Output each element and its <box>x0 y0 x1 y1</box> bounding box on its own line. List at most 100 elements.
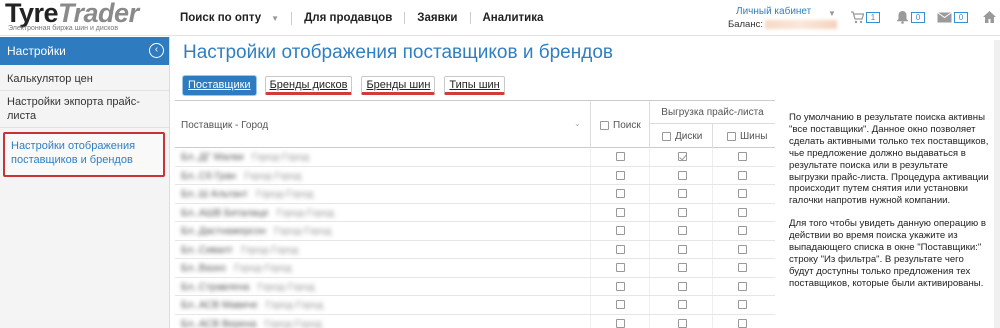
scrollbar[interactable] <box>994 40 1000 328</box>
logo[interactable]: TyreTrader Электронная биржа шин и диско… <box>5 0 165 33</box>
tab-tire-types[interactable]: Типы шин <box>444 76 505 95</box>
table-row: Бл..АСВ Верена Город-Город <box>175 315 775 328</box>
supplier-name: Бл..АСВ Верена <box>181 318 257 328</box>
discs-export-checkbox[interactable] <box>678 300 687 309</box>
supplier-city: Город-Город <box>255 189 314 200</box>
select-all-discs-checkbox[interactable] <box>662 132 671 141</box>
supplier-name: Бл..Сб Гран <box>181 170 237 182</box>
sidebar: Настройки ‹ Калькулятор цен Настройки эк… <box>0 37 170 328</box>
search-checkbox[interactable] <box>616 300 625 309</box>
select-all-search-checkbox[interactable] <box>600 121 609 130</box>
logo-tagline: Электронная биржа шин и дисков <box>8 25 119 32</box>
supplier-name-redacted: Бл..АСВ Мавиче Город-Город <box>181 300 323 311</box>
supplier-name-redacted: Бл..Сб Гран Город-Город <box>181 171 302 182</box>
notifications-count-badge: 0 <box>911 11 925 23</box>
discs-export-checkbox[interactable] <box>678 170 687 180</box>
search-checkbox[interactable] <box>616 281 625 291</box>
supplier-name: Бл..Сивалт <box>181 244 233 256</box>
sidebar-item-pricelist-export[interactable]: Настройки экпорта прайс-листа <box>0 91 169 128</box>
supplier-name-redacted: Бл..Стравлена Город-Город <box>181 282 315 293</box>
search-checkbox[interactable] <box>616 244 625 254</box>
home-button[interactable] <box>982 9 997 25</box>
nav-item-label: Поиск по опту <box>180 11 262 24</box>
supplier-name: Бл..Ш Альтант <box>181 189 248 200</box>
nav-item-requests[interactable]: Заявки <box>405 12 471 24</box>
table-row: Бл..АСВ Мавиче Город-Город <box>175 296 775 315</box>
divider <box>590 101 591 149</box>
divider <box>712 123 713 149</box>
discs-export-checkbox[interactable] <box>678 281 687 291</box>
sidebar-item-price-calculator[interactable]: Калькулятор цен <box>0 65 169 91</box>
table-row: Бл..Сивалт Город-Город <box>175 241 775 259</box>
account-link[interactable]: Личный кабинет <box>728 6 838 17</box>
discs-export-checkbox[interactable] <box>678 318 687 328</box>
tab-tire-brands[interactable]: Бренды шин <box>361 76 436 95</box>
chevron-down-icon[interactable]: ▼ <box>271 14 279 23</box>
tab-suppliers[interactable]: Поставщики <box>183 76 256 95</box>
tires-export-checkbox[interactable] <box>738 226 747 235</box>
sidebar-title: Настройки <box>7 44 66 58</box>
column-header-supplier-city[interactable]: Поставщик - Город <box>181 120 268 131</box>
tires-export-checkbox[interactable] <box>738 263 747 272</box>
table-row: Бл..Вазхо Город-Город <box>175 259 775 278</box>
collapse-sidebar-icon[interactable]: ‹ <box>149 43 164 58</box>
search-checkbox[interactable] <box>616 226 625 235</box>
nav-item-wholesale-search[interactable]: Поиск по опту ▼ <box>180 11 293 25</box>
tires-export-checkbox[interactable] <box>738 318 747 328</box>
logo-brand-part1: Tyre <box>5 0 59 28</box>
tires-export-checkbox[interactable] <box>738 300 747 309</box>
supplier-name-redacted: Бл..Вазхо Город-Город <box>181 263 291 274</box>
discs-export-checkbox[interactable] <box>678 152 687 161</box>
tab-disc-brands[interactable]: Бренды дисков <box>264 76 353 95</box>
table-row: Бл..Сб Гран Город-Город <box>175 167 775 185</box>
tires-export-checkbox[interactable] <box>738 189 747 198</box>
tires-export-checkbox[interactable] <box>738 170 747 180</box>
supplier-city: Город-Город <box>276 207 334 219</box>
supplier-name: Бл..ДГ Малки <box>181 152 244 163</box>
search-checkbox[interactable] <box>616 152 625 161</box>
page-title: Настройки отображения поставщиков и брен… <box>183 42 613 63</box>
supplier-city: Город-Город <box>244 170 302 182</box>
column-header-search: Поиск <box>600 120 641 131</box>
nav-item-for-sellers[interactable]: Для продавцов <box>292 12 406 24</box>
supplier-city: Город-Город <box>240 244 299 256</box>
chevron-down-icon[interactable]: ▼ <box>828 9 836 18</box>
discs-export-checkbox[interactable] <box>678 207 687 217</box>
column-header-tires: Шины <box>727 131 767 142</box>
balance: Баланс: <box>728 19 838 30</box>
main-nav: Поиск по опту ▼ Для продавцов Заявки Анал… <box>180 0 555 36</box>
discs-export-checkbox[interactable] <box>678 226 687 235</box>
sort-chevron-icon[interactable]: ⌄ <box>574 119 581 128</box>
select-all-tires-checkbox[interactable] <box>727 132 736 141</box>
cart-button[interactable]: 1 <box>850 9 880 25</box>
notifications-button[interactable]: 0 <box>896 9 925 25</box>
tires-export-checkbox[interactable] <box>738 244 747 254</box>
supplier-city: Город-Город <box>251 152 310 163</box>
supplier-name-redacted: Бл..ДГ Малки Город-Город <box>181 152 309 163</box>
balance-value-redacted <box>764 20 837 29</box>
search-checkbox[interactable] <box>616 207 625 217</box>
tires-export-checkbox[interactable] <box>738 281 747 291</box>
tires-export-checkbox[interactable] <box>738 152 747 161</box>
discs-export-checkbox[interactable] <box>678 189 687 198</box>
search-checkbox[interactable] <box>616 318 625 328</box>
table-body: Бл..ДГ Малки Город-Город Бл..Сб Гран Город-… <box>175 148 775 328</box>
supplier-city: Город-Город <box>264 318 322 328</box>
balance-label: Баланс: <box>728 19 763 30</box>
discs-export-checkbox[interactable] <box>678 263 687 272</box>
messages-button[interactable]: 0 <box>937 9 968 25</box>
tabs: Поставщики Бренды дисков Бренды шин Типы… <box>183 76 514 95</box>
discs-export-checkbox[interactable] <box>678 244 687 254</box>
supplier-city: Город-Город <box>273 226 332 237</box>
supplier-name-redacted: Бл..Ш Альтант Город-Город <box>181 189 313 200</box>
messages-count-badge: 0 <box>954 11 968 23</box>
supplier-city: Город-Город <box>257 281 315 293</box>
search-checkbox[interactable] <box>616 263 625 272</box>
supplier-city: Город-Город <box>234 263 292 274</box>
tires-export-checkbox[interactable] <box>738 207 747 217</box>
column-header-search-label: Поиск <box>613 120 641 131</box>
sidebar-item-suppliers-brands-display[interactable]: Настройки отображения поставщиков и брен… <box>3 132 165 177</box>
search-checkbox[interactable] <box>616 170 625 180</box>
nav-item-analytics[interactable]: Аналитика <box>471 12 556 24</box>
search-checkbox[interactable] <box>616 189 625 198</box>
